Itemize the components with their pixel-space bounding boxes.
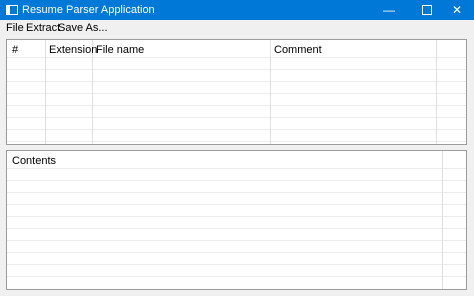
close-button[interactable]: ✕: [440, 0, 474, 20]
window-title: Resume Parser Application: [22, 4, 155, 16]
menu-extract[interactable]: Extract: [26, 22, 60, 34]
column-header-number[interactable]: #: [12, 44, 18, 56]
maximize-icon: [422, 5, 432, 15]
menu-file[interactable]: File: [6, 22, 24, 34]
files-table[interactable]: # Extension File name Comment: [6, 39, 467, 145]
column-header-file-name[interactable]: File name: [96, 44, 144, 56]
maximize-button[interactable]: [410, 0, 444, 20]
column-header-extension[interactable]: Extension: [49, 44, 97, 56]
title-bar[interactable]: Resume Parser Application — ✕: [0, 0, 474, 20]
app-window-icon: [6, 5, 18, 15]
close-icon: ✕: [451, 3, 463, 17]
menu-bar: File Extract Save As...: [0, 20, 474, 36]
column-header-comment[interactable]: Comment: [274, 44, 322, 56]
minimize-icon: —: [383, 3, 395, 17]
menu-save-as[interactable]: Save As...: [58, 22, 108, 34]
contents-header: Contents: [12, 155, 57, 167]
minimize-button[interactable]: —: [372, 0, 406, 20]
contents-panel[interactable]: Contents: [6, 150, 467, 290]
